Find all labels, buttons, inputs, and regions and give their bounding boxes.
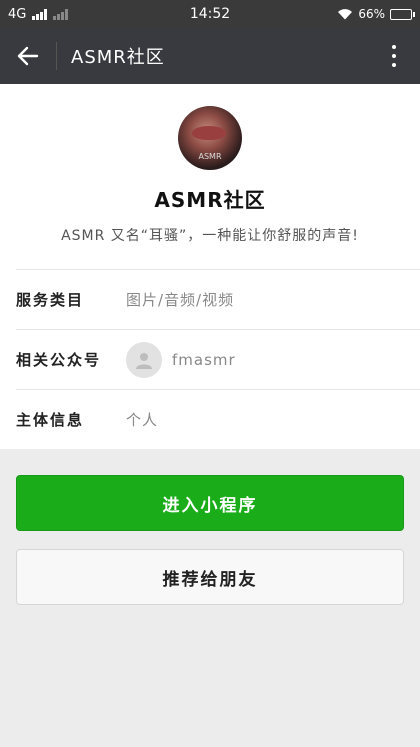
info-row-category: 服务类目 图片/音频/视频: [16, 269, 420, 329]
official-account-label: 相关公众号: [16, 351, 102, 369]
signal-icon: [32, 8, 48, 20]
recommend-to-friend-button[interactable]: 推荐给朋友: [16, 549, 404, 605]
info-row-official-account[interactable]: 相关公众号 fmasmr: [16, 329, 420, 389]
mini-program-name: ASMR社区: [154, 188, 266, 212]
mini-program-avatar: ASMR: [178, 106, 242, 170]
info-row-entity: 主体信息 个人: [16, 389, 420, 449]
page-title: ASMR社区: [71, 47, 165, 68]
avatar-logo-text: ASMR: [198, 152, 222, 161]
official-account-value[interactable]: fmasmr: [126, 341, 236, 378]
wifi-icon: [338, 9, 353, 20]
battery-percent: 66%: [358, 7, 385, 21]
status-bar: 4G 14:52 66%: [0, 0, 420, 28]
nav-bar: ASMR社区: [0, 28, 420, 84]
lips-graphic: [192, 126, 226, 140]
action-buttons: 进入小程序 推荐给朋友: [0, 449, 420, 605]
status-left: 4G: [8, 6, 69, 22]
enter-mini-program-button[interactable]: 进入小程序: [16, 475, 404, 531]
back-button[interactable]: [0, 28, 56, 84]
entity-label: 主体信息: [16, 411, 85, 429]
status-right: 66%: [337, 7, 415, 21]
signal-2-icon: [53, 8, 69, 20]
more-vertical-icon: [392, 45, 396, 67]
category-value: 图片/音频/视频: [126, 291, 235, 309]
official-account-name: fmasmr: [172, 350, 236, 369]
profile-section: ASMR ASMR社区 ASMR 又名“耳骚”，一种能让你舒服的声音!: [0, 84, 420, 269]
entity-value: 个人: [126, 411, 159, 429]
network-type: 4G: [8, 6, 27, 22]
clock: 14:52: [189, 6, 231, 22]
battery-icon: [390, 8, 415, 20]
arrow-left-icon: [17, 46, 39, 66]
nav-divider: [56, 42, 57, 70]
more-button[interactable]: [382, 28, 406, 84]
mini-program-description: ASMR 又名“耳骚”，一种能让你舒服的声音!: [61, 228, 359, 244]
category-label: 服务类目: [16, 291, 85, 309]
info-list: 服务类目 图片/音频/视频 相关公众号 fmasmr 主体信息 个人: [0, 269, 420, 449]
user-placeholder-icon: [126, 341, 162, 378]
